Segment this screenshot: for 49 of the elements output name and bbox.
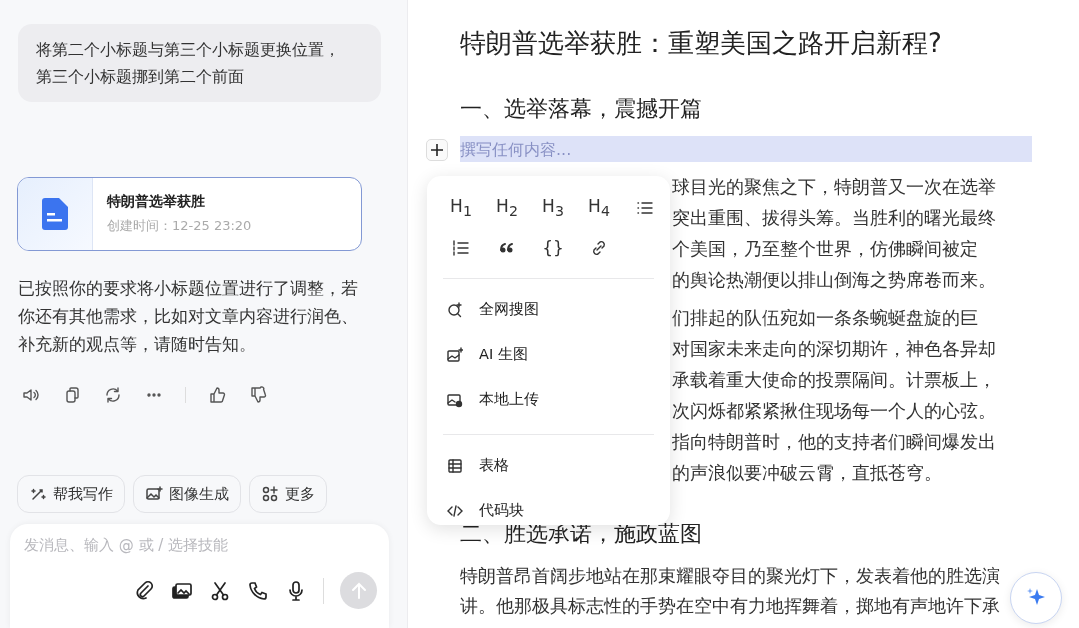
- refresh-icon[interactable]: [103, 385, 123, 405]
- heading-button[interactable]: H$_{3}$: [535, 190, 571, 226]
- document-card[interactable]: 特朗普选举获胜 创建时间：12-25 23:20: [17, 177, 362, 251]
- code-icon: [447, 502, 463, 519]
- ai-assistant-button[interactable]: [1010, 572, 1062, 624]
- menu-item[interactable]: 本地上传: [439, 377, 658, 422]
- add-block-button[interactable]: [426, 139, 448, 161]
- heading-button[interactable]: H$_{4}$: [581, 190, 617, 226]
- paragraph-text: 的声浪似要冲破云霄，直抵苍穹。: [672, 462, 943, 485]
- code-button[interactable]: {}: [535, 230, 571, 266]
- user-message: 将第二个小标题与第三个小标题更换位置，第三个小标题挪到第二个前面: [18, 24, 381, 102]
- paragraph-text: 特朗普昂首阔步地站在那束耀眼夺目的聚光灯下，发表着他的胜选演讲。他那极具标志性的手势在空中有力地挥舞着，掷地有声地许下承: [460, 565, 1001, 618]
- message-input[interactable]: 发消息、输入 @ 或 / 选择技能: [24, 536, 377, 554]
- image-icon: [447, 346, 463, 363]
- paragraph-text: 承载着重大使命的投票隔间。计票板上，: [672, 369, 997, 392]
- document-title: 特朗普选举获胜: [107, 193, 206, 211]
- menu-item[interactable]: AI 生图: [439, 332, 658, 377]
- skill-chip[interactable]: 图像生成: [133, 475, 241, 513]
- image-icon: [145, 485, 163, 503]
- heading-button[interactable]: H$_{2}$: [489, 190, 525, 226]
- scissors-icon[interactable]: [209, 579, 231, 602]
- paragraph-text: 次闪烁都紧紧揪住现场每一个人的心弦。: [672, 400, 997, 423]
- document-icon: [42, 198, 68, 230]
- block-input[interactable]: 撰写任何内容...: [460, 136, 1032, 162]
- thumbs-up-icon[interactable]: [207, 385, 227, 405]
- grid-icon: [261, 485, 279, 503]
- menu-item[interactable]: 全网搜图: [439, 287, 658, 332]
- skill-chip[interactable]: 帮我写作: [17, 475, 125, 513]
- assistant-reply: 已按照你的要求将小标题位置进行了调整，若你还有其他需求，比如对文章内容进行润色、补充新的观点等，请随时告知。: [18, 278, 359, 356]
- heading-button[interactable]: H$_{1}$: [443, 190, 479, 226]
- paragraph-text: 个美国，乃至整个世界，仿佛瞬间被定: [672, 238, 979, 261]
- plus-icon: [430, 143, 444, 157]
- section-heading: 一、选举落幕，震撼开篇: [460, 95, 703, 123]
- menu-item[interactable]: 表格: [439, 443, 658, 488]
- image-icon: [447, 391, 463, 408]
- skill-chip[interactable]: 更多: [249, 475, 327, 513]
- phone-icon[interactable]: [247, 579, 269, 602]
- paragraph-text: 对国家未来走向的深切期许，神色各异却: [672, 338, 997, 361]
- search-icon: [447, 301, 463, 318]
- ordered-list-icon: [451, 238, 471, 258]
- paragraph-text: 们排起的队伍宛如一条条蜿蜒盘旋的巨: [672, 307, 979, 330]
- paragraph-text: 突出重围、拔得头筹。当胜利的曙光最终: [672, 207, 997, 230]
- table-icon: [447, 457, 463, 474]
- paragraph-text: 指向特朗普时，他的支持者们瞬间爆发出: [672, 431, 997, 454]
- document-heading: 特朗普选举获胜：重塑美国之路开启新程?: [460, 27, 943, 60]
- thumbs-down-icon[interactable]: [248, 385, 268, 405]
- created-time: 创建时间：12-25 23:20: [107, 217, 252, 235]
- paragraph-text: 的舆论热潮便以排山倒海之势席卷而来。: [672, 269, 997, 292]
- paragraph-text: 球目光的聚焦之下，特朗普又一次在选举: [672, 176, 997, 199]
